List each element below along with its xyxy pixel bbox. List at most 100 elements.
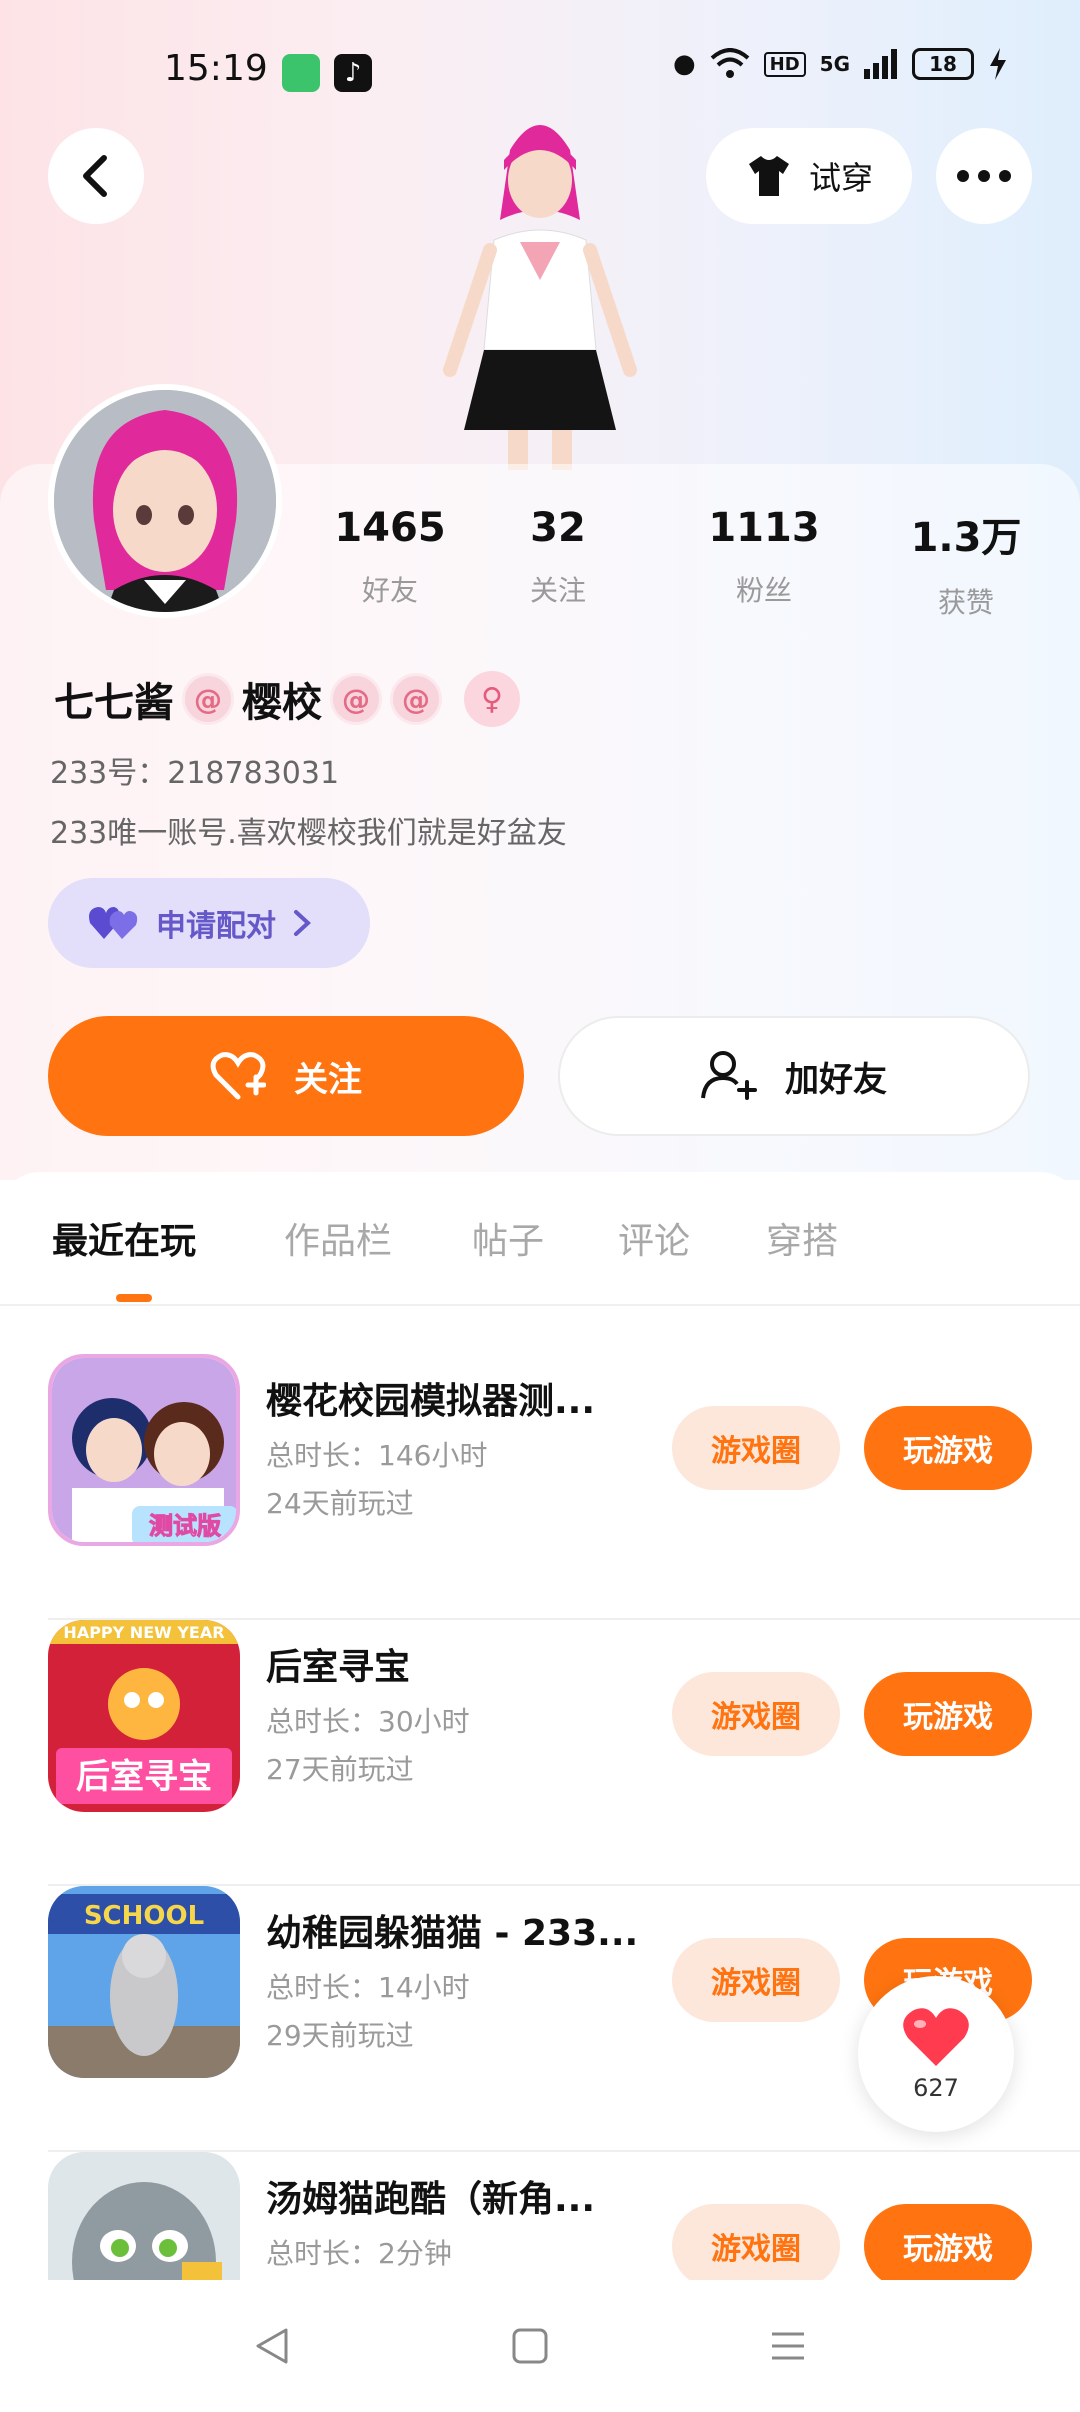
play-game-button[interactable]: 玩游戏: [864, 2204, 1032, 2280]
character-model: [443, 125, 637, 470]
stat-value: 1.3万: [910, 515, 1022, 561]
profile-stats: 1465 好友 32 关注 1113 粉丝 1.3万 获赞: [300, 505, 1060, 619]
tiktok-icon: ♪: [334, 54, 372, 92]
list-item[interactable]: 测试版 樱花校园模拟器测... 总时长：146小时 24天前玩过 游戏圈 玩游戏: [0, 1354, 1080, 1620]
list-item[interactable]: HAPPY NEW YEAR 后室寻宝 后室寻宝 总时长：30小时 27天前玩过…: [0, 1620, 1080, 1886]
play-game-button[interactable]: 玩游戏: [864, 1406, 1032, 1490]
nickname-part: 七七酱: [54, 680, 174, 726]
app-notification-icon: [282, 54, 320, 92]
pair-label: 申请配对: [156, 909, 276, 944]
data-saver-icon: ●: [672, 49, 696, 79]
game-icon-sakura[interactable]: 测试版: [48, 1354, 240, 1546]
game-circle-button[interactable]: 游戏圈: [672, 1938, 840, 2022]
game-duration: 总时长：14小时: [266, 1971, 470, 2004]
stat-following[interactable]: 32 关注: [468, 505, 648, 609]
tab-indicator: [116, 1294, 152, 1302]
svg-text:HAPPY NEW YEAR: HAPPY NEW YEAR: [63, 1623, 224, 1642]
svg-text:测试版: 测试版: [149, 1512, 221, 1540]
signal-icon: [864, 49, 897, 79]
hd-badge: HD: [763, 51, 806, 77]
try-on-button[interactable]: 试穿: [706, 128, 912, 224]
tab-recently-played[interactable]: 最近在玩: [52, 1212, 196, 1264]
game-icon-tom-cat[interactable]: [48, 2152, 240, 2280]
more-button[interactable]: [936, 128, 1032, 224]
lollipop-icon: @: [390, 673, 442, 725]
game-icon-image: 测试版: [52, 1358, 236, 1542]
double-heart-icon: [89, 907, 138, 939]
heart-icon: [903, 2008, 969, 2066]
chevron-left-icon: [83, 155, 107, 197]
heart-plus-icon: [210, 1052, 266, 1100]
nickname-part: 樱校: [242, 680, 322, 726]
avatar[interactable]: [48, 384, 282, 618]
avatar-image: [54, 390, 276, 612]
user-id: 233号：218783031: [50, 756, 340, 791]
status-time: 15:19: [164, 48, 268, 89]
tshirt-icon: [748, 156, 789, 196]
game-title: 后室寻宝: [266, 1647, 411, 1688]
game-circle-button[interactable]: 游戏圈: [672, 1406, 840, 1490]
chevron-right-icon: [294, 910, 311, 936]
game-title: 樱花校园模拟器测...: [266, 1381, 596, 1422]
lollipop-icon: @: [182, 673, 234, 725]
add-friend-label: 加好友: [785, 1059, 887, 1100]
svg-text:后室寻宝: 后室寻宝: [76, 1757, 212, 1797]
game-circle-button[interactable]: 游戏圈: [672, 1672, 840, 1756]
list-item[interactable]: 汤姆猫跑酷（新角... 总时长：2分钟 游戏圈 玩游戏: [0, 2152, 1080, 2280]
status-right: ● HD 5G 18: [673, 48, 1008, 80]
add-user-icon: [701, 1051, 757, 1100]
lollipop-icon: @: [330, 673, 382, 725]
game-duration: 总时长：2分钟: [266, 2237, 452, 2270]
game-icon-backrooms[interactable]: HAPPY NEW YEAR 后室寻宝: [48, 1620, 240, 1812]
wifi-icon: [710, 48, 749, 78]
nav-home-button[interactable]: [500, 2316, 560, 2376]
system-nav-bar: [0, 2280, 1080, 2412]
more-dots-icon: [957, 170, 1011, 182]
stat-value: 32: [530, 505, 586, 551]
game-last-played: 29天前玩过: [266, 2019, 414, 2052]
game-duration: 总时长：30小时: [266, 1705, 470, 1738]
stat-label: 粉丝: [735, 574, 792, 607]
back-button[interactable]: [48, 128, 144, 224]
nickname: 七七酱 @ 樱校 @ @ ♀: [54, 670, 520, 728]
nav-menu-button[interactable]: [758, 2316, 818, 2376]
like-count: 627: [913, 2074, 959, 2102]
stat-friends[interactable]: 1465 好友: [300, 505, 480, 609]
stat-value: 1113: [708, 505, 820, 551]
game-last-played: 27天前玩过: [266, 1753, 414, 1786]
play-game-button[interactable]: 玩游戏: [864, 1672, 1032, 1756]
game-duration: 总时长：146小时: [266, 1439, 488, 1472]
battery-icon: 18: [912, 48, 974, 80]
stat-likes[interactable]: 1.3万 获赞: [876, 505, 1056, 621]
tab-outfits[interactable]: 穿搭: [766, 1212, 838, 1264]
charging-icon: [990, 48, 1006, 80]
game-last-played: 24天前玩过: [266, 1487, 414, 1520]
status-bar: 15:19 ♪ ● HD 5G 18: [0, 40, 1080, 104]
add-friend-button[interactable]: 加好友: [558, 1016, 1030, 1136]
menu-lines-icon: [772, 2332, 804, 2360]
stat-label: 关注: [529, 574, 586, 607]
game-icon-kindergarten[interactable]: SCHOOL: [48, 1886, 240, 2078]
game-icon-image: HAPPY NEW YEAR 后室寻宝: [48, 1620, 240, 1812]
like-button[interactable]: 627: [858, 1976, 1014, 2132]
pair-request-button[interactable]: 申请配对: [48, 878, 370, 968]
female-gender-icon: ♀: [464, 671, 520, 727]
triangle-back-icon: [256, 2328, 288, 2364]
bio: 233唯一账号.喜欢樱校我们就是好盆友: [50, 816, 567, 851]
follow-button[interactable]: 关注: [48, 1016, 524, 1136]
game-icon-image: [48, 2152, 240, 2280]
tab-posts[interactable]: 帖子: [472, 1212, 544, 1264]
tab-works[interactable]: 作品栏: [284, 1212, 392, 1264]
nav-back-button[interactable]: [242, 2316, 302, 2376]
game-circle-button[interactable]: 游戏圈: [672, 2204, 840, 2280]
stat-label: 获赞: [937, 586, 994, 619]
stat-fans[interactable]: 1113 粉丝: [674, 505, 854, 609]
game-title: 汤姆猫跑酷（新角...: [266, 2179, 596, 2220]
tab-comments[interactable]: 评论: [618, 1212, 690, 1264]
game-icon-image: SCHOOL: [48, 1886, 240, 2078]
network-type: 5G: [819, 52, 850, 76]
svg-text:SCHOOL: SCHOOL: [84, 1901, 204, 1931]
game-title: 幼稚园躲猫猫 - 233...: [266, 1913, 639, 1954]
follow-label: 关注: [294, 1059, 362, 1100]
profile-tabs: 最近在玩 作品栏 帖子 评论 穿搭: [0, 1200, 1080, 1306]
